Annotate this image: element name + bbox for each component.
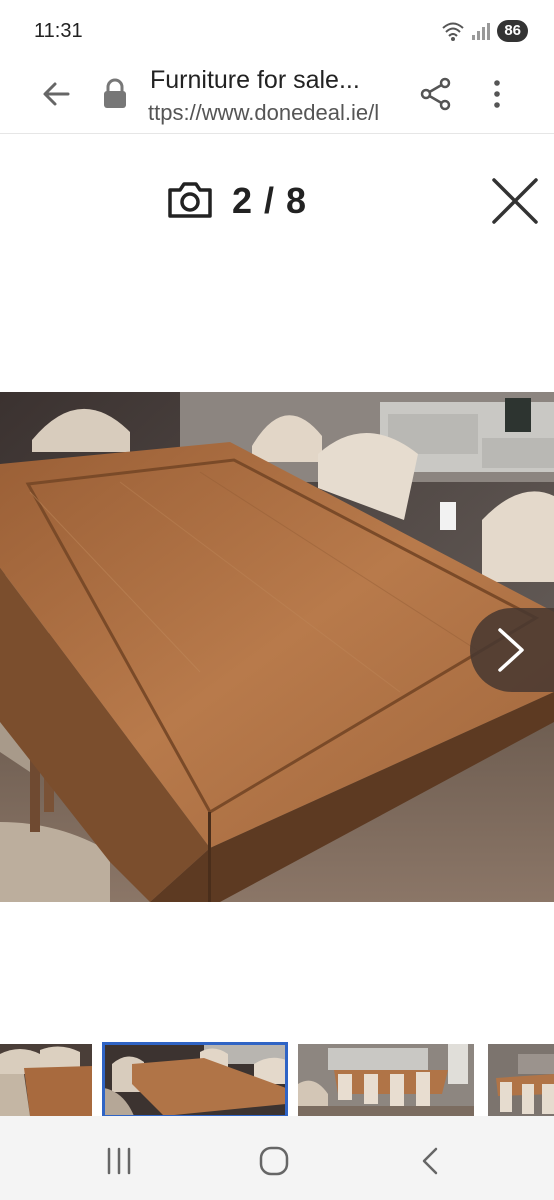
gallery-header: 2 / 8 xyxy=(0,160,554,250)
photo-counter: 2 / 8 xyxy=(232,180,308,221)
signal-icon xyxy=(472,23,491,40)
close-gallery-button[interactable] xyxy=(488,174,542,228)
next-photo-button[interactable] xyxy=(470,608,554,692)
share-icon xyxy=(420,77,451,111)
battery-indicator: 86 xyxy=(497,20,528,42)
status-bar: 11:31 86 xyxy=(0,0,554,62)
back-button[interactable] xyxy=(38,76,74,112)
thumbnail-2[interactable] xyxy=(102,1042,288,1118)
more-vertical-icon xyxy=(494,80,500,108)
chevron-right-icon xyxy=(498,628,524,672)
browser-toolbar: Furniture for sale... ttps://www.donedea… xyxy=(0,62,554,134)
home-button[interactable] xyxy=(258,1146,290,1181)
status-icons: 86 xyxy=(441,20,528,42)
page-url[interactable]: ttps://www.donedeal.ie/l xyxy=(148,100,396,126)
recent-apps-icon xyxy=(107,1147,131,1175)
arrow-left-icon xyxy=(43,82,70,106)
close-icon xyxy=(492,178,538,224)
recent-apps-button[interactable] xyxy=(104,1146,134,1181)
wifi-icon xyxy=(442,22,464,41)
system-navigation-bar xyxy=(0,1116,554,1200)
thumbnail-1[interactable] xyxy=(0,1044,92,1116)
camera-icon xyxy=(168,182,212,218)
thumbnail-3[interactable] xyxy=(298,1044,474,1116)
share-button[interactable] xyxy=(418,76,454,112)
chevron-left-icon xyxy=(422,1147,438,1175)
home-icon xyxy=(259,1146,289,1176)
system-back-button[interactable] xyxy=(418,1146,442,1181)
more-options-button[interactable] xyxy=(482,76,512,112)
lock-icon[interactable] xyxy=(102,78,128,110)
page-title[interactable]: Furniture for sale... xyxy=(150,66,400,95)
thumbnail-4[interactable] xyxy=(488,1044,554,1116)
thumbnail-strip xyxy=(0,1042,554,1118)
status-time: 11:31 xyxy=(34,20,83,42)
